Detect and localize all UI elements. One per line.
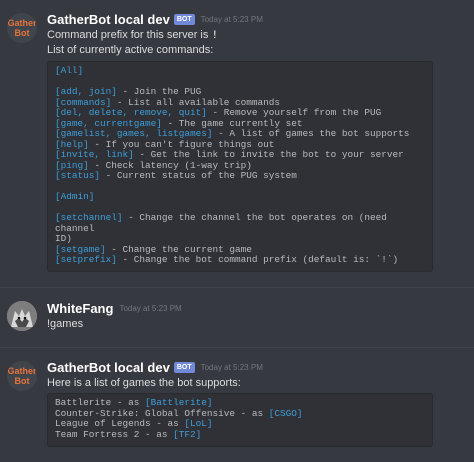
message-whitefang: WhiteFang Today at 5:23 PM !games [0, 299, 474, 339]
code-text: Team Fortress 2 - as [55, 428, 174, 440]
code-keyword: [TF2] [173, 428, 202, 440]
code-line: [Admin] [55, 191, 425, 203]
code-keyword: [setchannel] [55, 212, 123, 223]
code-keyword: [add, join] [55, 86, 117, 97]
code-text: League of Legends - as [55, 418, 185, 429]
code-keyword: [All] [55, 65, 84, 76]
message-divider [0, 347, 474, 348]
avatar-text-line1: Gather [7, 18, 37, 28]
code-keyword: [invite, link] [55, 149, 134, 160]
bot-badge: BOT [173, 13, 195, 25]
code-keyword: [setprefix] [55, 254, 117, 265]
code-line: [All] [55, 65, 425, 77]
message-header: WhiteFang Today at 5:23 PM [47, 299, 182, 317]
code-text: - Remove yourself from the PUG [206, 107, 382, 118]
message-line: List of currently active commands: [47, 44, 214, 56]
code-keyword: [gamelist, games, listgames] [55, 128, 213, 139]
code-text: ID) [55, 233, 72, 244]
code-line: [setchannel] - Change the channel the bo… [55, 212, 425, 234]
message-header: GatherBot local dev BOT Today at 5:23 PM [47, 358, 263, 376]
games-code-block: Battlerite - as [Battlerite] Counter-Stri… [47, 393, 433, 447]
code-keyword: [LoL] [184, 418, 213, 429]
message-line: Command prefix for this server is ! [47, 29, 218, 42]
prefix-value: ! [211, 30, 219, 42]
code-text: - The game currently set [161, 117, 303, 129]
code-text: - If you can't figure things out [88, 138, 275, 150]
code-keyword: [Battlerite] [145, 397, 213, 408]
code-text: - Change the bot command prefix (default… [116, 254, 399, 265]
code-keyword: [commands] [55, 96, 112, 108]
code-keyword: [Admin] [55, 191, 95, 202]
gatherbot-avatar[interactable]: Gather Bot [7, 361, 37, 391]
code-text: Battlerite - as [55, 397, 146, 408]
message-divider [0, 287, 474, 288]
code-keyword: [ping] [55, 159, 89, 171]
timestamp: Today at 5:23 PM [119, 303, 182, 313]
code-text: - Check latency (1-way trip) [88, 159, 252, 171]
message-text: !games [47, 318, 84, 330]
wolf-icon [7, 301, 37, 331]
avatar-text-line1: Gather [7, 366, 37, 376]
gatherbot-avatar[interactable]: Gather Bot [7, 13, 37, 43]
code-text: - A list of games the bot supports [212, 128, 410, 139]
code-text: - Join the PUG [116, 86, 202, 97]
code-text: - Get the link to invite the bot to your… [133, 149, 404, 160]
username[interactable]: WhiteFang [47, 301, 113, 316]
commands-code-block: [All] [add, join] - Join the PUG [commands… [47, 61, 433, 272]
message-header: GatherBot local dev BOT Today at 5:23 PM [47, 10, 263, 28]
code-keyword: [status] [55, 170, 101, 181]
code-text: - Change the current game [105, 243, 252, 255]
code-text: Counter-Strike: Global Offensive - as [55, 407, 269, 419]
prefix-text: Command prefix for this server is [47, 29, 212, 41]
code-line: Team Fortress 2 - as [TF2] [55, 428, 425, 441]
username[interactable]: GatherBot local dev [47, 12, 170, 27]
code-keyword: [help] [55, 138, 89, 150]
code-line: [setprefix] - Change the bot command pre… [55, 254, 425, 266]
code-keyword: [setgame] [55, 243, 106, 255]
username[interactable]: GatherBot local dev [47, 360, 170, 375]
code-keyword: [game, currentgame] [55, 117, 162, 129]
message-gatherbot-1: Gather Bot GatherBot local dev BOT Today… [0, 10, 474, 280]
code-keyword: [del, delete, remove, quit] [55, 107, 207, 118]
code-text: - Current status of the PUG system [100, 170, 297, 181]
code-keyword: [CSGO] [268, 407, 303, 419]
bot-badge: BOT [173, 361, 195, 373]
timestamp: Today at 5:23 PM [200, 362, 263, 372]
avatar-text-line2: Bot [14, 376, 30, 386]
code-text: - List all available commands [111, 96, 281, 108]
message-gatherbot-2: Gather Bot GatherBot local dev BOT Today… [0, 358, 474, 462]
code-line: [status] - Current status of the PUG sys… [55, 170, 425, 182]
avatar-text-line2: Bot [14, 28, 30, 38]
timestamp: Today at 5:23 PM [200, 14, 263, 24]
message-text: Here is a list of games the bot supports… [47, 377, 241, 389]
whitefang-avatar[interactable] [7, 301, 37, 331]
